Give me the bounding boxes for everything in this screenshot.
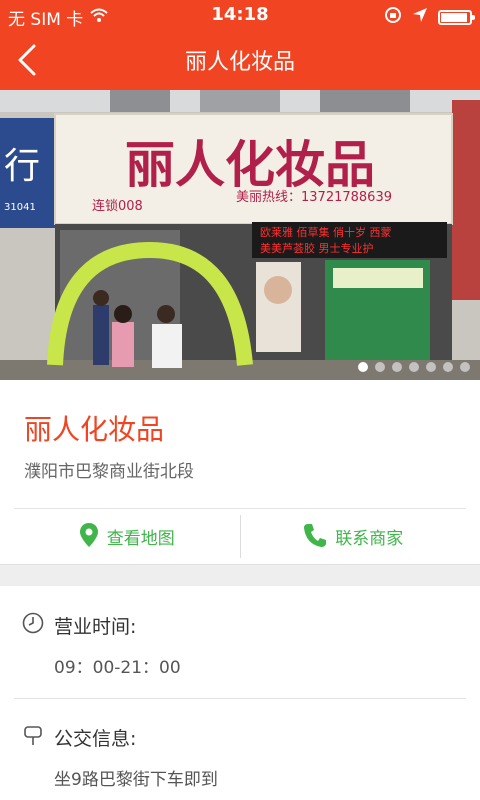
view-map-label: 查看地图 [106, 529, 175, 549]
status-right [384, 6, 475, 28]
rotation-lock-icon [384, 6, 402, 28]
carousel-dot[interactable] [460, 362, 470, 372]
bus-info-section: 公交信息: 坐9路巴黎街下车即到 [22, 724, 466, 790]
carousel-dot[interactable] [426, 362, 436, 372]
svg-text:31041: 31041 [4, 202, 36, 213]
nav-bar: 丽人化妆品 [0, 30, 480, 90]
map-pin-icon [79, 522, 99, 552]
top-bar: 无 SIM 卡 14:18 丽人化妆品 [0, 0, 480, 90]
store-photo-carousel[interactable]: 行 31041 丽人化妆品 连锁008 美丽热线：13721788639 欧莱雅… [0, 90, 480, 380]
carousel-dot[interactable] [409, 362, 419, 372]
svg-text:行: 行 [4, 146, 40, 187]
store-photo: 行 31041 丽人化妆品 连锁008 美丽热线：13721788639 欧莱雅… [0, 90, 480, 380]
signboard-text: 丽人化妆品 [125, 135, 375, 194]
page-title: 丽人化妆品 [184, 50, 295, 75]
location-arrow-icon [412, 7, 428, 27]
action-bar: 查看地图 联系商家 [14, 508, 466, 564]
carousel-dot[interactable] [358, 362, 368, 372]
hotline-text: 美丽热线：13721788639 [236, 190, 392, 205]
carousel-dots [358, 362, 470, 372]
bus-info-heading: 公交信息: [22, 724, 466, 751]
carousel-dot[interactable] [443, 362, 453, 372]
business-hours-title: 营业时间: [54, 616, 137, 638]
led-line-2: 美美芦荟胶 男士专业护 [260, 241, 374, 255]
bus-info-value: 坐9路巴黎街下车即到 [54, 770, 218, 790]
store-address: 濮阳市巴黎商业街北段 [24, 462, 194, 482]
carousel-dot[interactable] [375, 362, 385, 372]
info-divider [14, 698, 466, 699]
status-bar: 无 SIM 卡 14:18 [0, 0, 480, 30]
clock-icon [22, 612, 44, 639]
contact-merchant-label: 联系商家 [335, 529, 404, 549]
carousel-dot[interactable] [392, 362, 402, 372]
contact-merchant-button[interactable]: 联系商家 [241, 509, 467, 564]
business-hours-value: 09：00-21：00 [54, 658, 181, 678]
section-spacer [0, 564, 480, 586]
led-line-1: 欧莱雅 佰草集 俏十岁 西蒙 [260, 225, 392, 239]
business-hours-heading: 营业时间: [22, 612, 466, 639]
phone-icon [303, 522, 327, 552]
branch-text: 连锁008 [92, 198, 143, 214]
battery-icon [438, 9, 475, 25]
bus-info-title: 公交信息: [54, 728, 137, 750]
bus-stop-icon [22, 724, 44, 751]
store-name: 丽人化妆品 [24, 413, 165, 446]
business-hours-section: 营业时间: 09：00-21：00 [22, 612, 466, 678]
view-map-button[interactable]: 查看地图 [14, 509, 240, 564]
